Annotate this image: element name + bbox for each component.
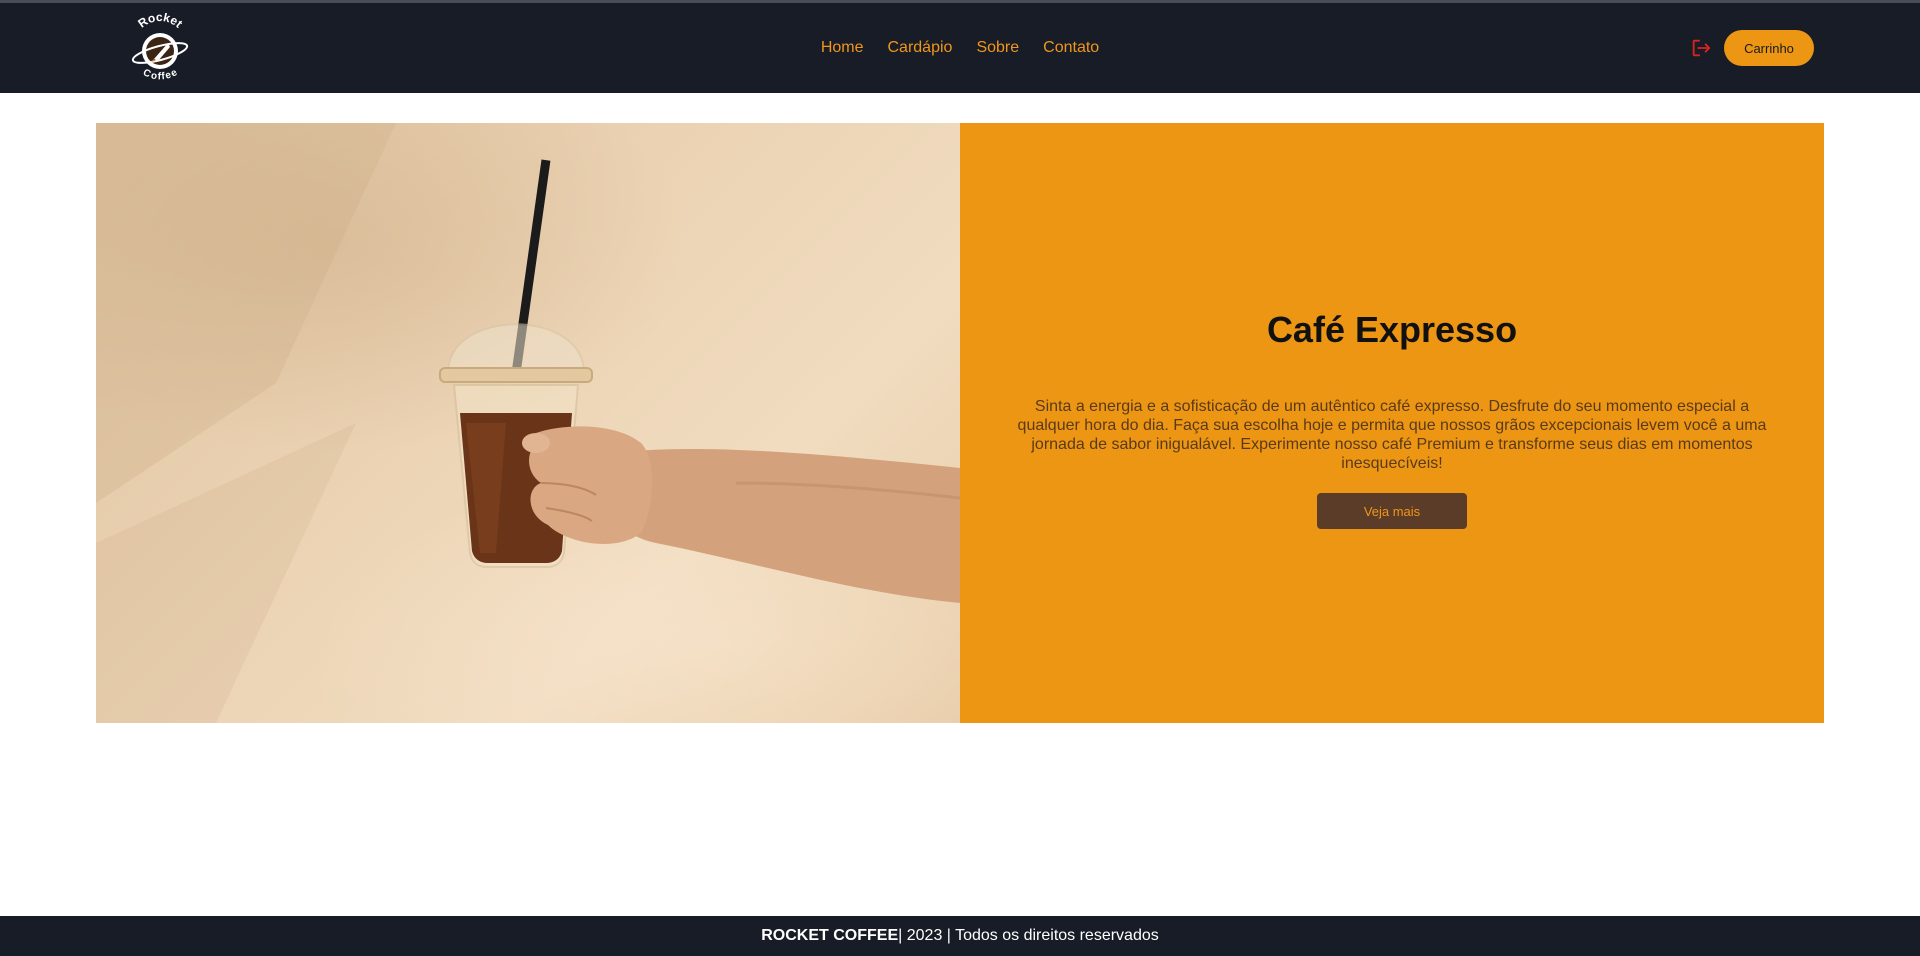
iced-coffee-illustration <box>96 123 960 723</box>
nav-link-sobre[interactable]: Sobre <box>976 39 1019 57</box>
nav-link-contato[interactable]: Contato <box>1043 39 1099 57</box>
logout-icon[interactable] <box>1690 37 1712 59</box>
footer-brand: ROCKET COFFEE <box>761 927 899 944</box>
main-nav: Home Cardápio Sobre Contato <box>0 3 1920 93</box>
hero-text-panel: Café Expresso Sinta a energia e a sofist… <box>960 123 1824 723</box>
veja-mais-button[interactable]: Veja mais <box>1317 493 1467 529</box>
logo-text-top: Rocket <box>135 13 185 31</box>
cart-button[interactable]: Carrinho <box>1724 30 1814 66</box>
hero-image <box>96 123 960 723</box>
logo-text-bottom: Coffee <box>141 67 180 82</box>
logo-graphic: Rocket Coffee <box>131 13 189 82</box>
hero-banner: Café Expresso Sinta a energia e a sofist… <box>96 123 1824 723</box>
hero-title: Café Expresso <box>1266 309 1518 350</box>
hero-description: Sinta a energia e a sofisticação de um a… <box>1017 398 1767 472</box>
svg-text:Rocket: Rocket <box>135 13 185 31</box>
rocket-coffee-logo[interactable]: Rocket Coffee <box>124 13 196 85</box>
svg-text:Coffee: Coffee <box>141 67 180 82</box>
nav-link-home[interactable]: Home <box>821 39 864 57</box>
footer-copyright: | 2023 | Todos os direitos reservados <box>898 927 1159 944</box>
nav-link-cardapio[interactable]: Cardápio <box>888 39 953 57</box>
site-header: Rocket Coffee Home Cardápio Sobre Contat… <box>0 3 1920 93</box>
site-footer: ROCKET COFFEE | 2023 | Todos os direitos… <box>0 916 1920 956</box>
